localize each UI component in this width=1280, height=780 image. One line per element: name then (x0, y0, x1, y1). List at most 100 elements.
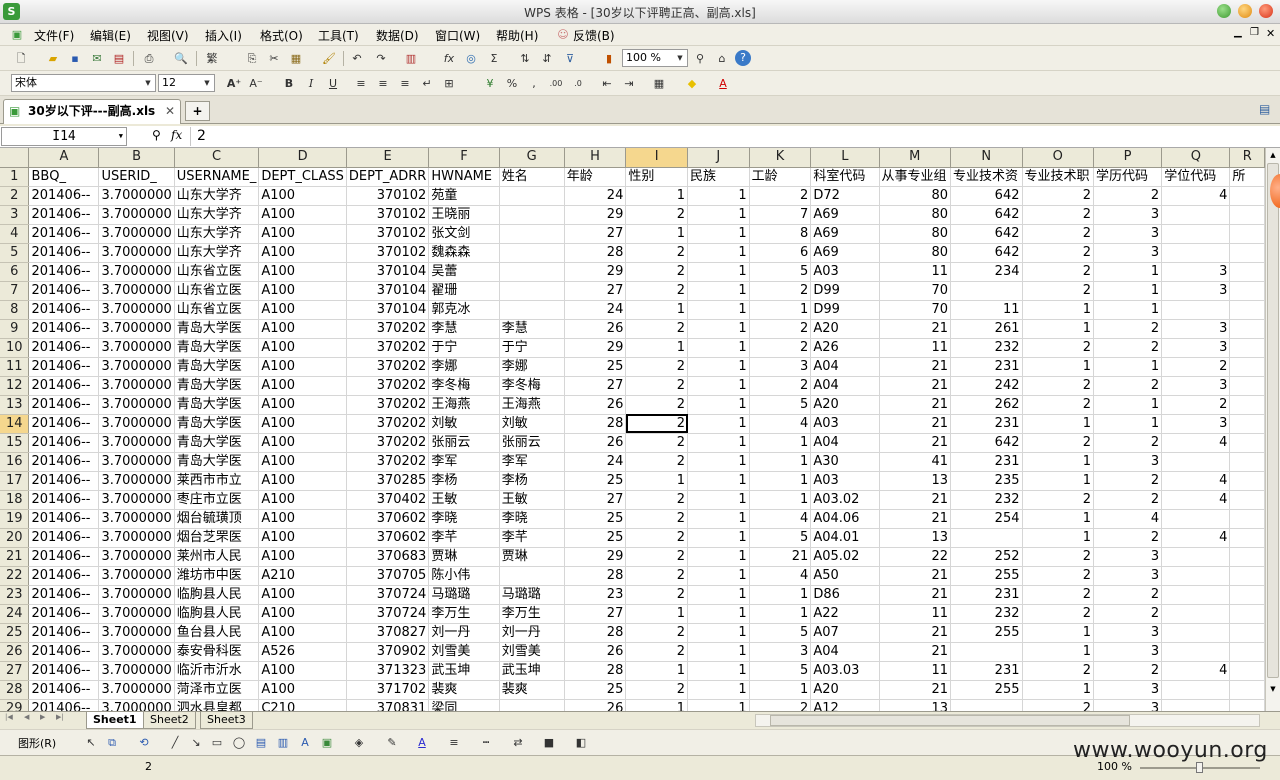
cell[interactable]: 25 (564, 357, 627, 377)
row-header[interactable]: 7 (0, 281, 30, 301)
cell[interactable] (1229, 281, 1265, 301)
cell[interactable]: 26 (564, 433, 627, 453)
cell[interactable]: 201406-- (28, 623, 100, 643)
column-header-R[interactable]: R (1229, 148, 1265, 168)
cell[interactable]: 所 (1229, 167, 1265, 187)
close-button[interactable] (1259, 4, 1273, 18)
column-header-Q[interactable]: Q (1161, 148, 1231, 168)
cell[interactable]: 370831 (346, 699, 430, 711)
cell[interactable]: A100 (258, 395, 347, 415)
cell[interactable]: 11 (950, 300, 1023, 320)
cell[interactable]: 23 (564, 585, 627, 605)
cell[interactable]: 370202 (346, 338, 430, 358)
cell[interactable]: A07 (810, 623, 880, 643)
cell[interactable]: 1 (1093, 281, 1163, 301)
rotate-icon[interactable]: ⟲ (135, 734, 153, 751)
row-header[interactable]: 19 (0, 509, 30, 529)
cell[interactable]: 2 (1093, 338, 1163, 358)
cell[interactable]: 201406-- (28, 224, 100, 244)
draw-font-color-icon[interactable]: A (413, 734, 431, 751)
cell[interactable]: 1 (687, 262, 750, 282)
cell[interactable]: A50 (810, 566, 880, 586)
cell[interactable]: 70 (879, 300, 952, 320)
cell[interactable]: 1 (625, 300, 688, 320)
cell[interactable]: 3 (1161, 319, 1231, 339)
cell[interactable]: 201406-- (28, 547, 100, 567)
cell[interactable]: 李芊 (499, 528, 565, 548)
cell[interactable]: 年龄 (564, 167, 627, 187)
cell[interactable] (1161, 566, 1231, 586)
cell[interactable]: 2 (1093, 585, 1163, 605)
cell[interactable]: 370602 (346, 509, 430, 529)
cell[interactable]: 642 (950, 243, 1023, 263)
cell[interactable]: A05.02 (810, 547, 880, 567)
cell[interactable] (1161, 623, 1231, 643)
insert-function-icon[interactable]: fx (440, 50, 458, 67)
cell[interactable] (1229, 471, 1265, 491)
cell[interactable] (499, 243, 565, 263)
formula-input[interactable]: 2 (190, 127, 1275, 146)
cell[interactable]: A20 (810, 680, 880, 700)
cell[interactable] (1229, 490, 1265, 510)
insert-row-icon[interactable]: ▥ (402, 50, 420, 67)
cell[interactable]: 1 (749, 471, 812, 491)
cell[interactable]: 山东省立医 (174, 281, 260, 301)
cell[interactable]: A100 (258, 281, 347, 301)
increase-font-icon[interactable]: A⁺ (225, 75, 243, 92)
cell[interactable]: 3.7000000 (98, 452, 175, 472)
cell[interactable] (1229, 547, 1265, 567)
menu-help[interactable]: 帮助(H) (496, 27, 538, 44)
cell[interactable] (1229, 452, 1265, 472)
cell[interactable]: A69 (810, 224, 880, 244)
cell[interactable]: 3 (1093, 205, 1163, 225)
column-header-J[interactable]: J (687, 148, 750, 168)
cell[interactable]: 2 (625, 585, 688, 605)
column-header-K[interactable]: K (749, 148, 812, 168)
italic-icon[interactable]: I (302, 75, 320, 92)
borders-icon[interactable]: ▦ (650, 75, 668, 92)
cell[interactable]: 11 (879, 604, 952, 624)
cell[interactable]: 3.7000000 (98, 243, 175, 263)
find-icon[interactable]: ⚲ (691, 50, 709, 67)
cell[interactable]: 李芊 (428, 528, 500, 548)
cell[interactable]: 201406-- (28, 490, 100, 510)
cell[interactable]: 4 (1161, 186, 1231, 206)
cell[interactable]: A100 (258, 433, 347, 453)
cell[interactable]: 吴蕾 (428, 262, 500, 282)
row-header[interactable]: 12 (0, 376, 30, 396)
cell[interactable]: 2 (749, 186, 812, 206)
doc-menu-icon[interactable]: ▣ (8, 26, 26, 43)
cell[interactable]: A03 (810, 262, 880, 282)
cell[interactable]: 裴爽 (499, 680, 565, 700)
send-mail-icon[interactable]: ✉ (88, 50, 106, 67)
column-header-D[interactable]: D (258, 148, 347, 168)
cell[interactable]: 烟台芝罘医 (174, 528, 260, 548)
cell[interactable]: 370285 (346, 471, 430, 491)
cell[interactable]: 2 (625, 414, 688, 434)
row-header[interactable]: 23 (0, 585, 30, 605)
cell[interactable]: A100 (258, 243, 347, 263)
column-header-M[interactable]: M (879, 148, 952, 168)
cell[interactable]: 2 (625, 433, 688, 453)
cell[interactable]: 1 (1022, 642, 1094, 662)
cell[interactable]: 21 (749, 547, 812, 567)
cell[interactable]: 3.7000000 (98, 566, 175, 586)
cell[interactable]: 201406-- (28, 376, 100, 396)
cell[interactable]: A100 (258, 661, 347, 681)
cell[interactable]: 张丽云 (428, 433, 500, 453)
find-cell-icon[interactable]: ⚲ (152, 128, 161, 142)
cell[interactable]: A100 (258, 528, 347, 548)
cell[interactable]: 201406-- (28, 471, 100, 491)
cell[interactable]: 李万生 (499, 604, 565, 624)
cell[interactable]: 1 (687, 319, 750, 339)
cell[interactable]: 民族 (687, 167, 750, 187)
row-header[interactable]: 25 (0, 623, 30, 643)
cell[interactable]: 性别 (625, 167, 688, 187)
cell[interactable]: 371323 (346, 661, 430, 681)
cell[interactable]: 21 (879, 395, 952, 415)
cell[interactable]: 王海燕 (499, 395, 565, 415)
cell[interactable]: 1 (687, 205, 750, 225)
cell[interactable]: A69 (810, 205, 880, 225)
last-sheet-icon[interactable]: ▶| (56, 713, 64, 721)
row-header[interactable]: 6 (0, 262, 30, 282)
